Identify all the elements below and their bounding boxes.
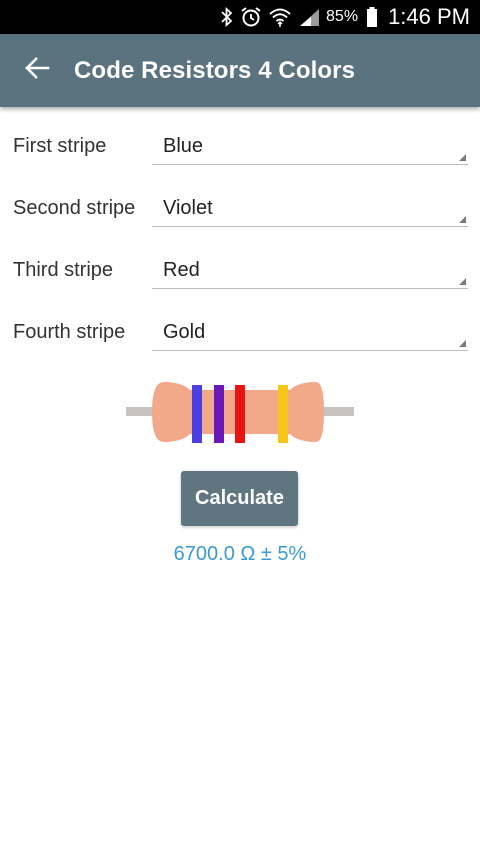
battery-percent: 85% bbox=[326, 8, 359, 25]
fourth-stripe-label: Fourth stripe bbox=[13, 321, 126, 343]
alarm-icon bbox=[240, 0, 262, 34]
resistor-band-1 bbox=[192, 385, 202, 443]
result-value: 6700.0 Ω ± 5% bbox=[173, 543, 307, 565]
clock: 1:46 PM bbox=[388, 4, 470, 29]
wifi-icon bbox=[268, 0, 292, 34]
first-stripe-value: Blue bbox=[163, 135, 204, 157]
signal-icon bbox=[298, 0, 320, 34]
dropdown-arrow-icon bbox=[459, 216, 466, 223]
resistor-band-3 bbox=[235, 385, 245, 443]
second-stripe-value: Violet bbox=[163, 197, 213, 219]
battery-icon bbox=[366, 0, 378, 34]
second-stripe-label: Second stripe bbox=[13, 197, 136, 219]
status-bar: 85% 1:46 PM bbox=[0, 0, 480, 34]
app-bar: Code Resistors 4 Colors bbox=[0, 34, 480, 107]
dropdown-arrow-icon bbox=[459, 340, 466, 347]
first-stripe-label: First stripe bbox=[13, 135, 107, 157]
resistor-illustration bbox=[126, 382, 354, 443]
back-button[interactable] bbox=[0, 34, 74, 107]
second-stripe-dropdown[interactable]: Violet bbox=[152, 185, 468, 227]
fourth-stripe-row: Fourth stripe Gold bbox=[0, 293, 480, 355]
bluetooth-icon bbox=[220, 0, 234, 34]
second-stripe-row: Second stripe Violet bbox=[0, 169, 480, 231]
resistor-band-4 bbox=[278, 385, 288, 443]
third-stripe-row: Third stripe Red bbox=[0, 231, 480, 293]
resistor-band-2 bbox=[214, 385, 224, 443]
calculate-button[interactable]: Calculate bbox=[181, 471, 298, 526]
fourth-stripe-value: Gold bbox=[163, 321, 206, 343]
back-arrow-icon bbox=[24, 55, 50, 86]
first-stripe-row: First stripe Blue bbox=[0, 107, 480, 169]
dropdown-arrow-icon bbox=[459, 278, 466, 285]
first-stripe-dropdown[interactable]: Blue bbox=[152, 123, 468, 165]
fourth-stripe-dropdown[interactable]: Gold bbox=[152, 309, 468, 351]
page-title: Code Resistors 4 Colors bbox=[74, 56, 356, 84]
third-stripe-value: Red bbox=[163, 259, 200, 281]
third-stripe-label: Third stripe bbox=[13, 259, 114, 281]
third-stripe-dropdown[interactable]: Red bbox=[152, 247, 468, 289]
dropdown-arrow-icon bbox=[459, 154, 466, 161]
